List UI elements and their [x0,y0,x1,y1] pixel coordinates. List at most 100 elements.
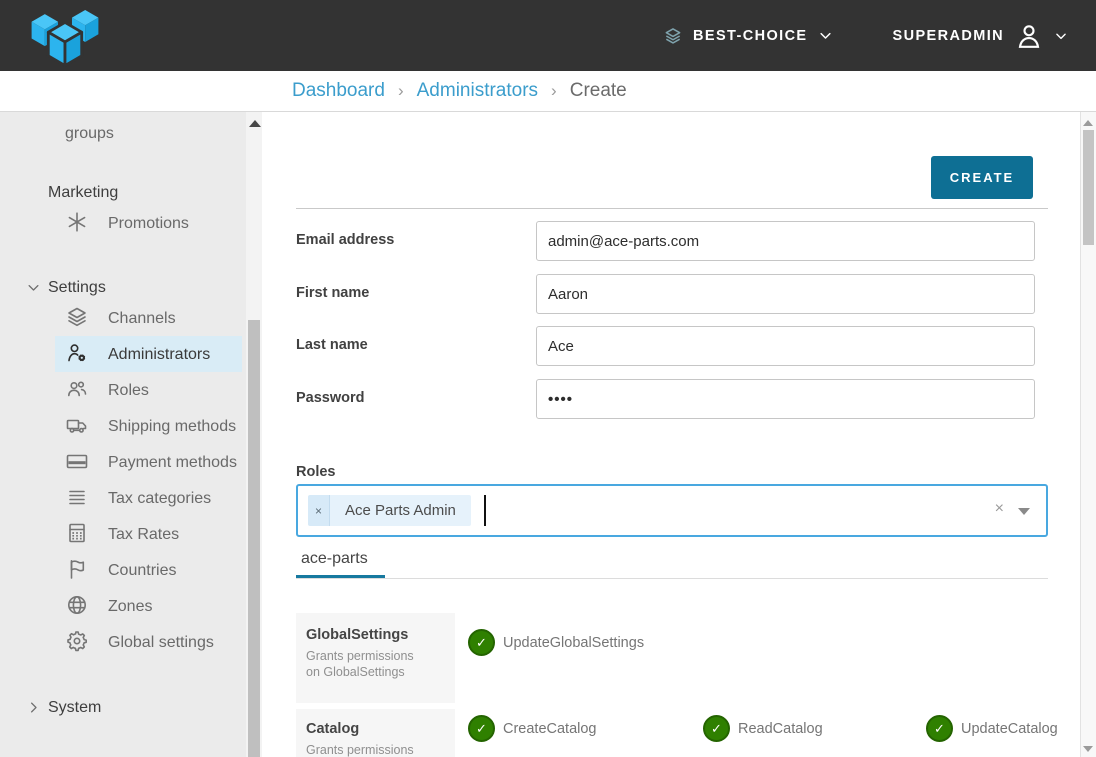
nav-label: Zones [108,598,152,615]
breadcrumb: Dashboard › Administrators › Create [0,71,1096,112]
first-name-label: First name [296,285,369,301]
layers-icon [65,305,89,329]
breadcrumb-dashboard[interactable]: Dashboard [292,80,385,102]
nav-label: Shipping methods [108,418,236,435]
permission-cells: ✓ UpdateGlobalSettings [455,613,1048,703]
roles-label: Roles [296,464,336,480]
form-row-email: Email address [296,221,1048,261]
sidebar-item-shipping-methods[interactable]: Shipping methods [55,408,242,444]
password-field[interactable] [536,379,1035,419]
permission-label: UpdateGlobalSettings [503,635,644,651]
breadcrumb-administrators[interactable]: Administrators [417,80,538,102]
nav-label: Roles [108,382,149,399]
permission-row-globalsettings: GlobalSettings Grants permissions on Glo… [296,613,1048,703]
permission-group-description: Grants permissions on Products, Facets [306,742,424,757]
section-label: Marketing [48,184,118,201]
chip-remove-icon[interactable]: × [308,495,330,526]
globe-icon [65,593,89,617]
sidebar-item-roles[interactable]: Roles [55,372,242,408]
chip-label: Ace Parts Admin [330,495,471,526]
permission-toggle-readcatalog[interactable]: ✓ ReadCatalog [703,715,823,742]
sidebar-item-tax-rates[interactable]: Tax Rates [55,516,242,552]
password-label: Password [296,390,365,406]
create-button[interactable]: CREATE [931,156,1033,199]
text-cursor [484,495,486,526]
truck-icon [65,413,89,437]
sidebar-item-tax-categories[interactable]: Tax categories [55,480,242,516]
scroll-up-arrow-icon[interactable] [1083,120,1093,126]
chevron-down-icon [1054,29,1068,43]
users-icon [65,377,89,401]
sidebar-item-customer-groups-partial[interactable]: groups [65,121,246,146]
page-scrollbar-thumb[interactable] [1083,130,1094,245]
chevron-down-icon [818,28,833,43]
nav-label: Countries [108,562,176,579]
sidebar-item-countries[interactable]: Countries [55,552,242,588]
permission-toggle-updatecatalog[interactable]: ✓ UpdateCatalog [926,715,1058,742]
sidebar-item-global-settings[interactable]: Global settings [55,624,242,660]
user-menu[interactable]: SUPERADMIN [893,21,1068,51]
sidebar-section-system[interactable]: System [48,695,246,720]
role-chip: × Ace Parts Admin [308,495,471,526]
checked-toggle-icon: ✓ [926,715,953,742]
checked-toggle-icon: ✓ [468,629,495,656]
vendure-logo-icon[interactable] [26,3,104,67]
user-gear-icon [65,341,89,365]
last-name-field[interactable] [536,326,1035,366]
permission-toggle-updateglobalsettings[interactable]: ✓ UpdateGlobalSettings [468,629,644,656]
first-name-field[interactable] [536,274,1035,314]
sidebar-scrollbar-thumb[interactable] [248,320,260,757]
sidebar-section-settings[interactable]: Settings [48,275,246,300]
email-label: Email address [296,232,394,248]
breadcrumb-current: Create [570,80,627,102]
user-label: SUPERADMIN [893,28,1004,44]
sidebar-section-marketing: Marketing [48,180,246,205]
permission-label: ReadCatalog [738,721,823,737]
nav-label: Tax Rates [108,526,179,543]
section-label: System [48,699,101,716]
channel-label: BEST-CHOICE [693,28,808,44]
nav-label: Tax categories [108,490,211,507]
sidebar-item-payment-methods[interactable]: Payment methods [55,444,242,480]
nav-label: Channels [108,310,176,327]
nav-label: Promotions [108,215,189,232]
roles-select[interactable]: × Ace Parts Admin × [296,484,1048,537]
permission-row-catalog: Catalog Grants permissions on Products, … [296,709,1048,757]
permission-group-title: Catalog [306,721,445,737]
sidebar-nav: groups Marketing Promotions Settings Cha… [0,112,246,757]
breadcrumb-separator: › [551,81,557,101]
divider [296,208,1048,209]
scroll-up-arrow-icon[interactable] [249,120,261,127]
permission-label: UpdateCatalog [961,721,1058,737]
nav-label: Administrators [108,346,210,363]
sidebar-scrollbar[interactable] [246,112,264,757]
permission-group-title: GlobalSettings [306,627,445,643]
sidebar-item-channels[interactable]: Channels [55,300,242,336]
user-icon [1014,21,1044,51]
credit-card-icon [65,449,89,473]
channel-switcher[interactable]: BEST-CHOICE [663,26,833,46]
last-name-label: Last name [296,337,368,353]
main-content: CREATE Email address First name Last nam… [265,112,1080,757]
tab-divider [296,578,1048,579]
list-icon [65,485,89,509]
permission-label: CreateCatalog [503,721,597,737]
permission-toggle-createcatalog[interactable]: ✓ CreateCatalog [468,715,597,742]
permission-group-header: GlobalSettings Grants permissions on Glo… [296,613,455,703]
tab-ace-parts[interactable]: ace-parts [301,550,368,568]
chevron-down-icon [26,280,41,295]
scroll-down-arrow-icon[interactable] [1083,746,1093,752]
email-field[interactable] [536,221,1035,261]
nav-label: Global settings [108,634,214,651]
dropdown-caret-icon[interactable] [1018,508,1030,515]
permission-group-header: Catalog Grants permissions on Products, … [296,709,455,757]
app-screen: BEST-CHOICE SUPERADMIN Dashboard › Admin… [0,0,1096,757]
top-header: BEST-CHOICE SUPERADMIN [0,0,1096,71]
nav-label: Payment methods [108,454,237,471]
sidebar-item-administrators[interactable]: Administrators [55,336,242,372]
sidebar-item-promotions[interactable]: Promotions [55,205,242,241]
breadcrumb-separator: › [398,81,404,101]
clear-icon[interactable]: × [995,500,1004,518]
sidebar-item-zones[interactable]: Zones [55,588,242,624]
page-scrollbar[interactable] [1080,112,1096,757]
